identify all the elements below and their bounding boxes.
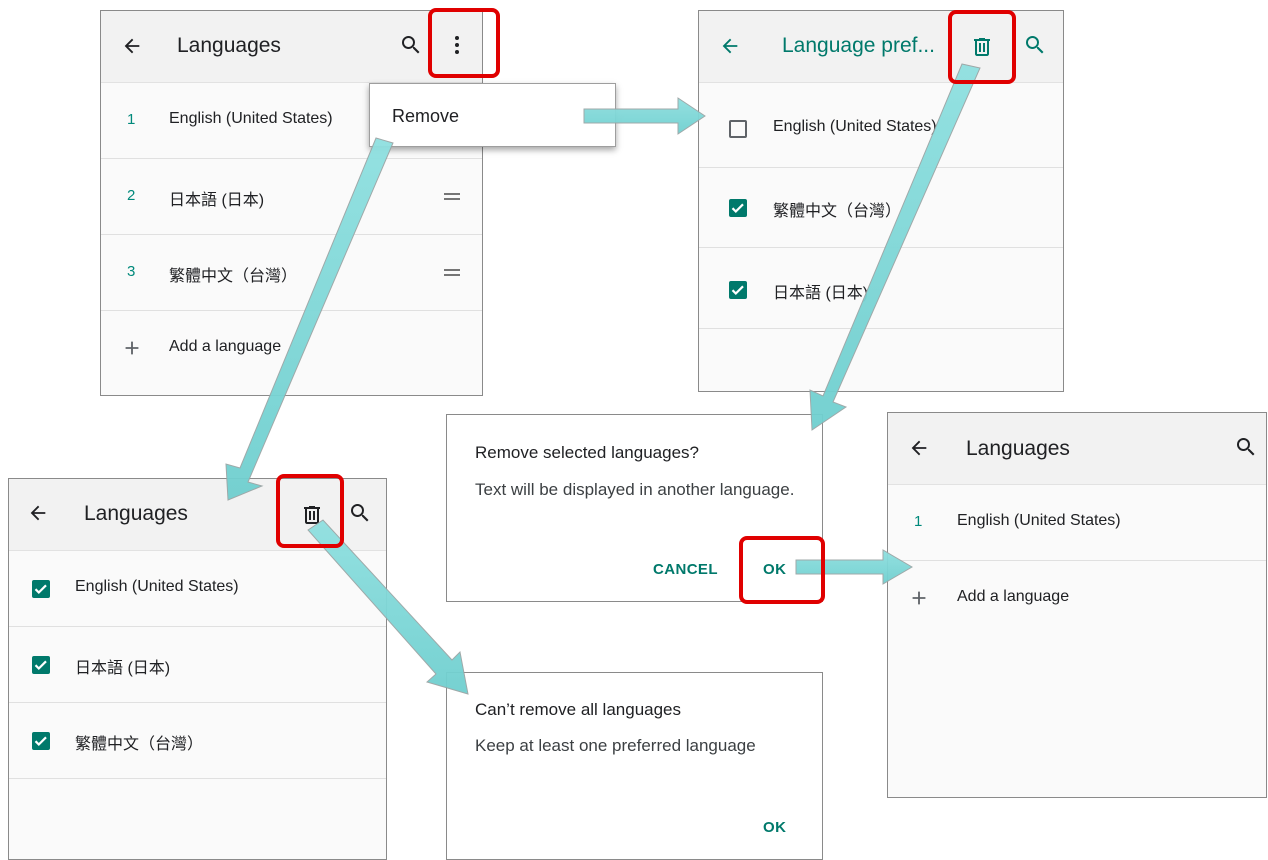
plus-icon: [125, 341, 139, 355]
search-icon[interactable]: [1234, 435, 1258, 459]
list-item[interactable]: 日本語 (日本): [699, 248, 1063, 329]
dialog-title: Remove selected languages?: [475, 443, 699, 462]
dialog-message: Text will be displayed in another langua…: [475, 480, 795, 499]
page-title: Languages: [966, 437, 1070, 460]
item-label: English (United States): [957, 512, 1121, 529]
list-item[interactable]: English (United States): [699, 90, 1063, 168]
search-icon[interactable]: [1023, 33, 1047, 57]
item-label: 繁體中文（台灣）: [773, 203, 902, 220]
add-language-row[interactable]: Add a language: [101, 311, 482, 387]
dialog-message: Keep at least one preferred language: [475, 736, 756, 755]
menu-item-remove[interactable]: Remove: [392, 106, 459, 127]
cant-remove-dialog: Can’t remove all languages Keep at least…: [446, 672, 823, 860]
checkbox-checked[interactable]: [729, 199, 747, 217]
back-arrow-icon[interactable]: [27, 502, 49, 524]
checkbox-checked[interactable]: [729, 281, 747, 299]
item-label: 日本語 (日本): [773, 285, 869, 302]
list-item[interactable]: 繁體中文（台灣）: [699, 168, 1063, 248]
item-label: 日本語 (日本): [169, 192, 265, 209]
item-label: 日本語 (日本): [75, 660, 171, 677]
item-label: English (United States): [773, 118, 937, 135]
list-item[interactable]: English (United States): [9, 551, 386, 627]
search-icon[interactable]: [399, 33, 423, 57]
cancel-button[interactable]: CANCEL: [653, 561, 718, 578]
checkbox-unchecked[interactable]: [729, 120, 747, 138]
back-arrow-icon[interactable]: [121, 35, 143, 57]
list-item[interactable]: 繁體中文（台灣）: [9, 703, 386, 779]
app-bar: Languages: [101, 11, 482, 83]
list-item[interactable]: 1 English (United States): [888, 485, 1266, 561]
overflow-menu: Remove: [369, 83, 616, 147]
item-number: 1: [127, 111, 136, 128]
highlight-delete-button: [276, 474, 344, 548]
item-label: English (United States): [75, 578, 239, 595]
drag-handle-icon[interactable]: [444, 193, 460, 200]
checkbox-checked[interactable]: [32, 580, 50, 598]
page-title: Language pref...: [782, 34, 935, 57]
add-language-label: Add a language: [169, 338, 282, 355]
back-arrow-icon[interactable]: [908, 437, 930, 459]
item-number: 3: [127, 263, 136, 280]
checkbox-checked[interactable]: [32, 656, 50, 674]
drag-handle-icon[interactable]: [444, 269, 460, 276]
dialog-title: Can’t remove all languages: [475, 700, 682, 719]
add-language-row[interactable]: Add a language: [888, 561, 1266, 637]
highlight-delete-button: [948, 10, 1016, 84]
back-arrow-icon[interactable]: [719, 35, 741, 57]
checkbox-checked[interactable]: [32, 732, 50, 750]
item-number: 2: [127, 187, 136, 204]
ok-button[interactable]: OK: [763, 819, 786, 836]
list-item[interactable]: 日本語 (日本): [9, 627, 386, 703]
highlight-more-button: [428, 8, 500, 78]
plus-icon: [912, 591, 926, 605]
item-label: 繁體中文（台灣）: [169, 268, 298, 285]
item-label: English (United States): [169, 110, 333, 127]
item-label: 繁體中文（台灣）: [75, 736, 204, 753]
page-title: Languages: [84, 502, 188, 525]
languages-screen-1: Languages 1 English (United States) 2 日本…: [100, 10, 483, 396]
app-bar: Languages: [888, 413, 1266, 485]
list-item[interactable]: 3 繁體中文（台灣）: [101, 235, 482, 311]
add-language-label: Add a language: [957, 588, 1070, 605]
search-icon[interactable]: [348, 501, 372, 525]
languages-screen-result: Languages 1 English (United States) Add …: [887, 412, 1267, 798]
item-number: 1: [914, 513, 923, 530]
page-title: Languages: [177, 34, 281, 57]
list-item[interactable]: 2 日本語 (日本): [101, 159, 482, 235]
highlight-ok-button: [739, 536, 825, 604]
